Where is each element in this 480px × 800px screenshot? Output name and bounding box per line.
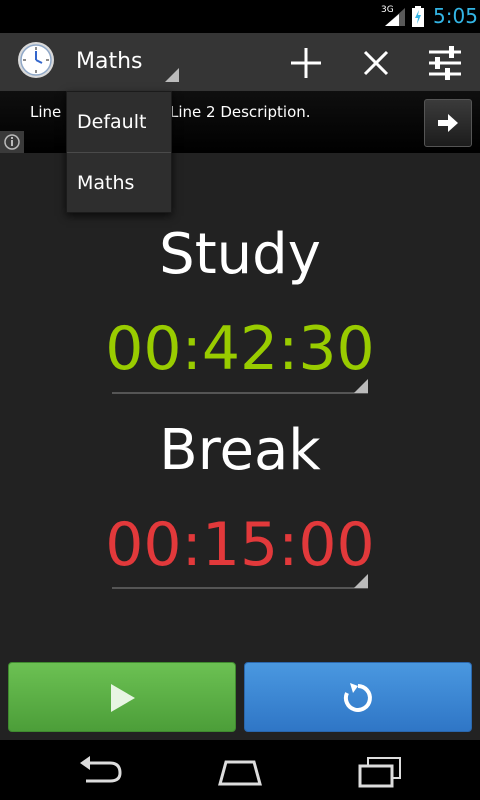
- close-icon[interactable]: [356, 43, 396, 83]
- ad-line1-text: Line: [30, 103, 62, 121]
- study-time-underline: [112, 392, 368, 394]
- refresh-icon: [343, 683, 372, 712]
- dropdown-option-default[interactable]: Default: [67, 92, 171, 152]
- break-time-picker[interactable]: 00:15:00: [0, 510, 480, 580]
- plus-icon[interactable]: [286, 43, 326, 83]
- break-time-underline: [112, 587, 368, 589]
- break-caret-icon: [354, 574, 368, 588]
- sliders-icon[interactable]: [425, 43, 465, 83]
- arrow-right-icon: [438, 114, 458, 132]
- play-icon: [111, 684, 135, 712]
- status-bar: 3G 5:05: [0, 0, 480, 33]
- profile-dropdown-menu: Default Maths: [66, 91, 172, 213]
- dropdown-option-maths[interactable]: Maths: [67, 153, 171, 213]
- battery-charging-icon: [412, 6, 424, 27]
- study-caret-icon: [354, 379, 368, 393]
- ad-arrow-button[interactable]: [424, 99, 472, 147]
- ad-info-button[interactable]: [0, 131, 24, 153]
- home-icon[interactable]: [216, 754, 264, 788]
- study-time-picker[interactable]: 00:42:30: [0, 314, 480, 384]
- reset-button[interactable]: [244, 662, 472, 732]
- signal-icon: [385, 8, 405, 26]
- ad-line2-text: Line 2 Description.: [170, 103, 311, 121]
- play-button[interactable]: [8, 662, 236, 732]
- status-clock: 5:05: [433, 4, 478, 28]
- break-label: Break: [159, 418, 321, 483]
- profile-spinner[interactable]: Maths: [76, 49, 143, 74]
- action-bar: Maths: [0, 33, 480, 91]
- clock-icon[interactable]: [17, 41, 55, 79]
- spinner-caret-icon: [165, 68, 179, 82]
- navigation-bar: [0, 740, 480, 800]
- recents-icon[interactable]: [356, 754, 404, 788]
- info-icon: [4, 134, 20, 150]
- back-icon[interactable]: [76, 754, 124, 788]
- study-label: Study: [159, 222, 321, 287]
